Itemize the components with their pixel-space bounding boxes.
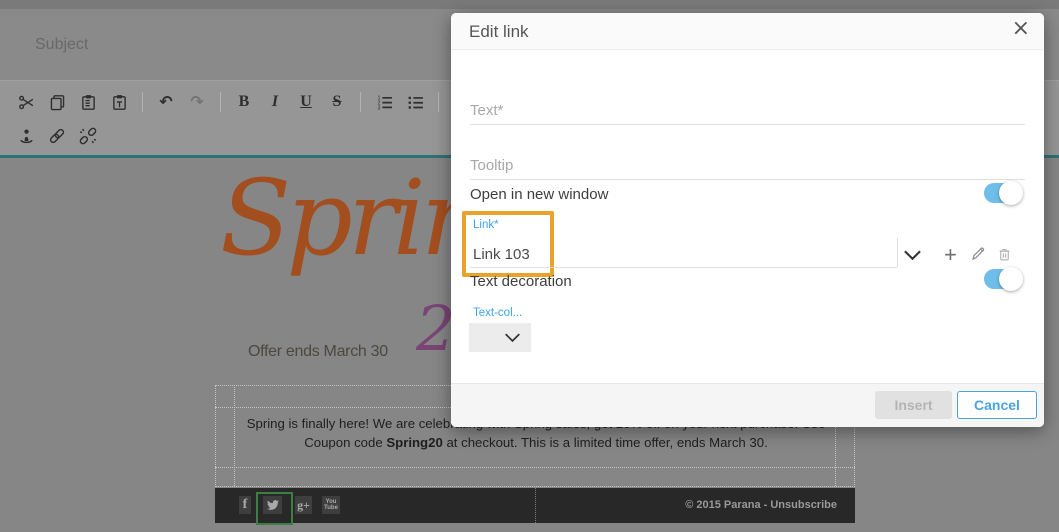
dialog-footer: Insert Cancel <box>451 383 1044 427</box>
redo-icon: ↷ <box>190 92 204 111</box>
dialog-header: Edit link × <box>451 13 1044 50</box>
text-color-dropdown[interactable] <box>469 323 531 352</box>
chevron-down-icon <box>505 333 520 343</box>
edit-link-pencil-icon[interactable] <box>969 245 987 263</box>
tooltip-field-input[interactable] <box>470 179 1025 180</box>
link-field-label: Link* <box>473 219 499 231</box>
text-decoration-label: Text decoration <box>470 273 572 290</box>
open-in-new-window-toggle[interactable] <box>984 181 1023 205</box>
toolbar-separator <box>142 92 143 112</box>
dialog-title: Edit link <box>469 22 529 41</box>
toolbar-separator <box>220 92 221 112</box>
section-border <box>234 385 235 486</box>
add-link-icon[interactable]: + <box>944 244 957 266</box>
close-icon[interactable]: × <box>1012 16 1030 41</box>
youtube-icon[interactable]: You Tube <box>322 496 340 514</box>
text-decoration-toggle[interactable] <box>984 267 1023 291</box>
italic-icon[interactable]: I <box>265 92 285 112</box>
email-footer-bar: f g+ You Tube © 2015 Parana - Unsubscribe <box>215 488 855 525</box>
cut-icon[interactable] <box>16 92 36 112</box>
google-plus-icon[interactable]: g+ <box>295 496 312 514</box>
ordered-list-icon[interactable]: 123 <box>374 92 394 112</box>
top-strip <box>0 0 1059 9</box>
toolbar-separator <box>438 92 439 112</box>
anchor-icon[interactable] <box>16 126 36 146</box>
selected-element-outline <box>256 492 293 525</box>
footer-cell-border <box>535 488 536 523</box>
copy-icon[interactable] <box>47 92 67 112</box>
link-field-underline <box>470 267 897 268</box>
insert-button[interactable]: Insert <box>875 391 952 419</box>
open-in-new-window-label: Open in new window <box>470 186 609 203</box>
text-field-input[interactable] <box>470 124 1025 125</box>
tooltip-field-placeholder: Tooltip <box>470 157 514 174</box>
toolbar-row-2 <box>16 125 98 147</box>
underline-icon[interactable]: U <box>296 92 316 112</box>
text-field-placeholder: Text* <box>470 102 504 119</box>
unordered-list-icon[interactable] <box>405 92 425 112</box>
body-text-segment: at checkout. This is a limited time offe… <box>442 435 768 450</box>
paste-icon[interactable] <box>78 92 98 112</box>
facebook-icon[interactable]: f <box>239 496 251 514</box>
subject-placeholder: Subject <box>35 35 89 53</box>
email-editor-screen: Subject ↶ ↷ B I U S 123 Spring 2 Offer e… <box>0 0 1059 532</box>
cancel-button[interactable]: Cancel <box>957 391 1037 419</box>
paste-as-text-icon[interactable] <box>109 92 129 112</box>
insert-link-icon[interactable] <box>47 126 67 146</box>
strikethrough-icon[interactable]: S <box>327 92 347 112</box>
link-dropdown-chevron-icon[interactable] <box>903 248 922 266</box>
body-text-bold: Spring20 <box>386 435 443 450</box>
delete-link-trash-icon[interactable] <box>995 245 1013 263</box>
unlink-icon[interactable] <box>78 126 98 146</box>
email-logo-accent: 2 <box>416 292 456 365</box>
link-field-value[interactable]: Link 103 <box>473 246 530 263</box>
toolbar-separator <box>360 92 361 112</box>
undo-icon[interactable]: ↶ <box>156 92 176 112</box>
text-color-label: Text-col... <box>473 307 523 319</box>
section-border <box>215 486 855 487</box>
svg-text:3: 3 <box>377 105 380 111</box>
offer-ends-text: Offer ends March 30 <box>248 343 388 360</box>
section-border <box>215 467 855 468</box>
link-dropdown-divider <box>897 238 898 267</box>
bold-icon[interactable]: B <box>234 92 254 112</box>
copyright-unsubscribe-text[interactable]: © 2015 Parana - Unsubscribe <box>685 499 837 511</box>
edit-link-dialog: Edit link × Text* Tooltip Open in new wi… <box>451 13 1044 427</box>
